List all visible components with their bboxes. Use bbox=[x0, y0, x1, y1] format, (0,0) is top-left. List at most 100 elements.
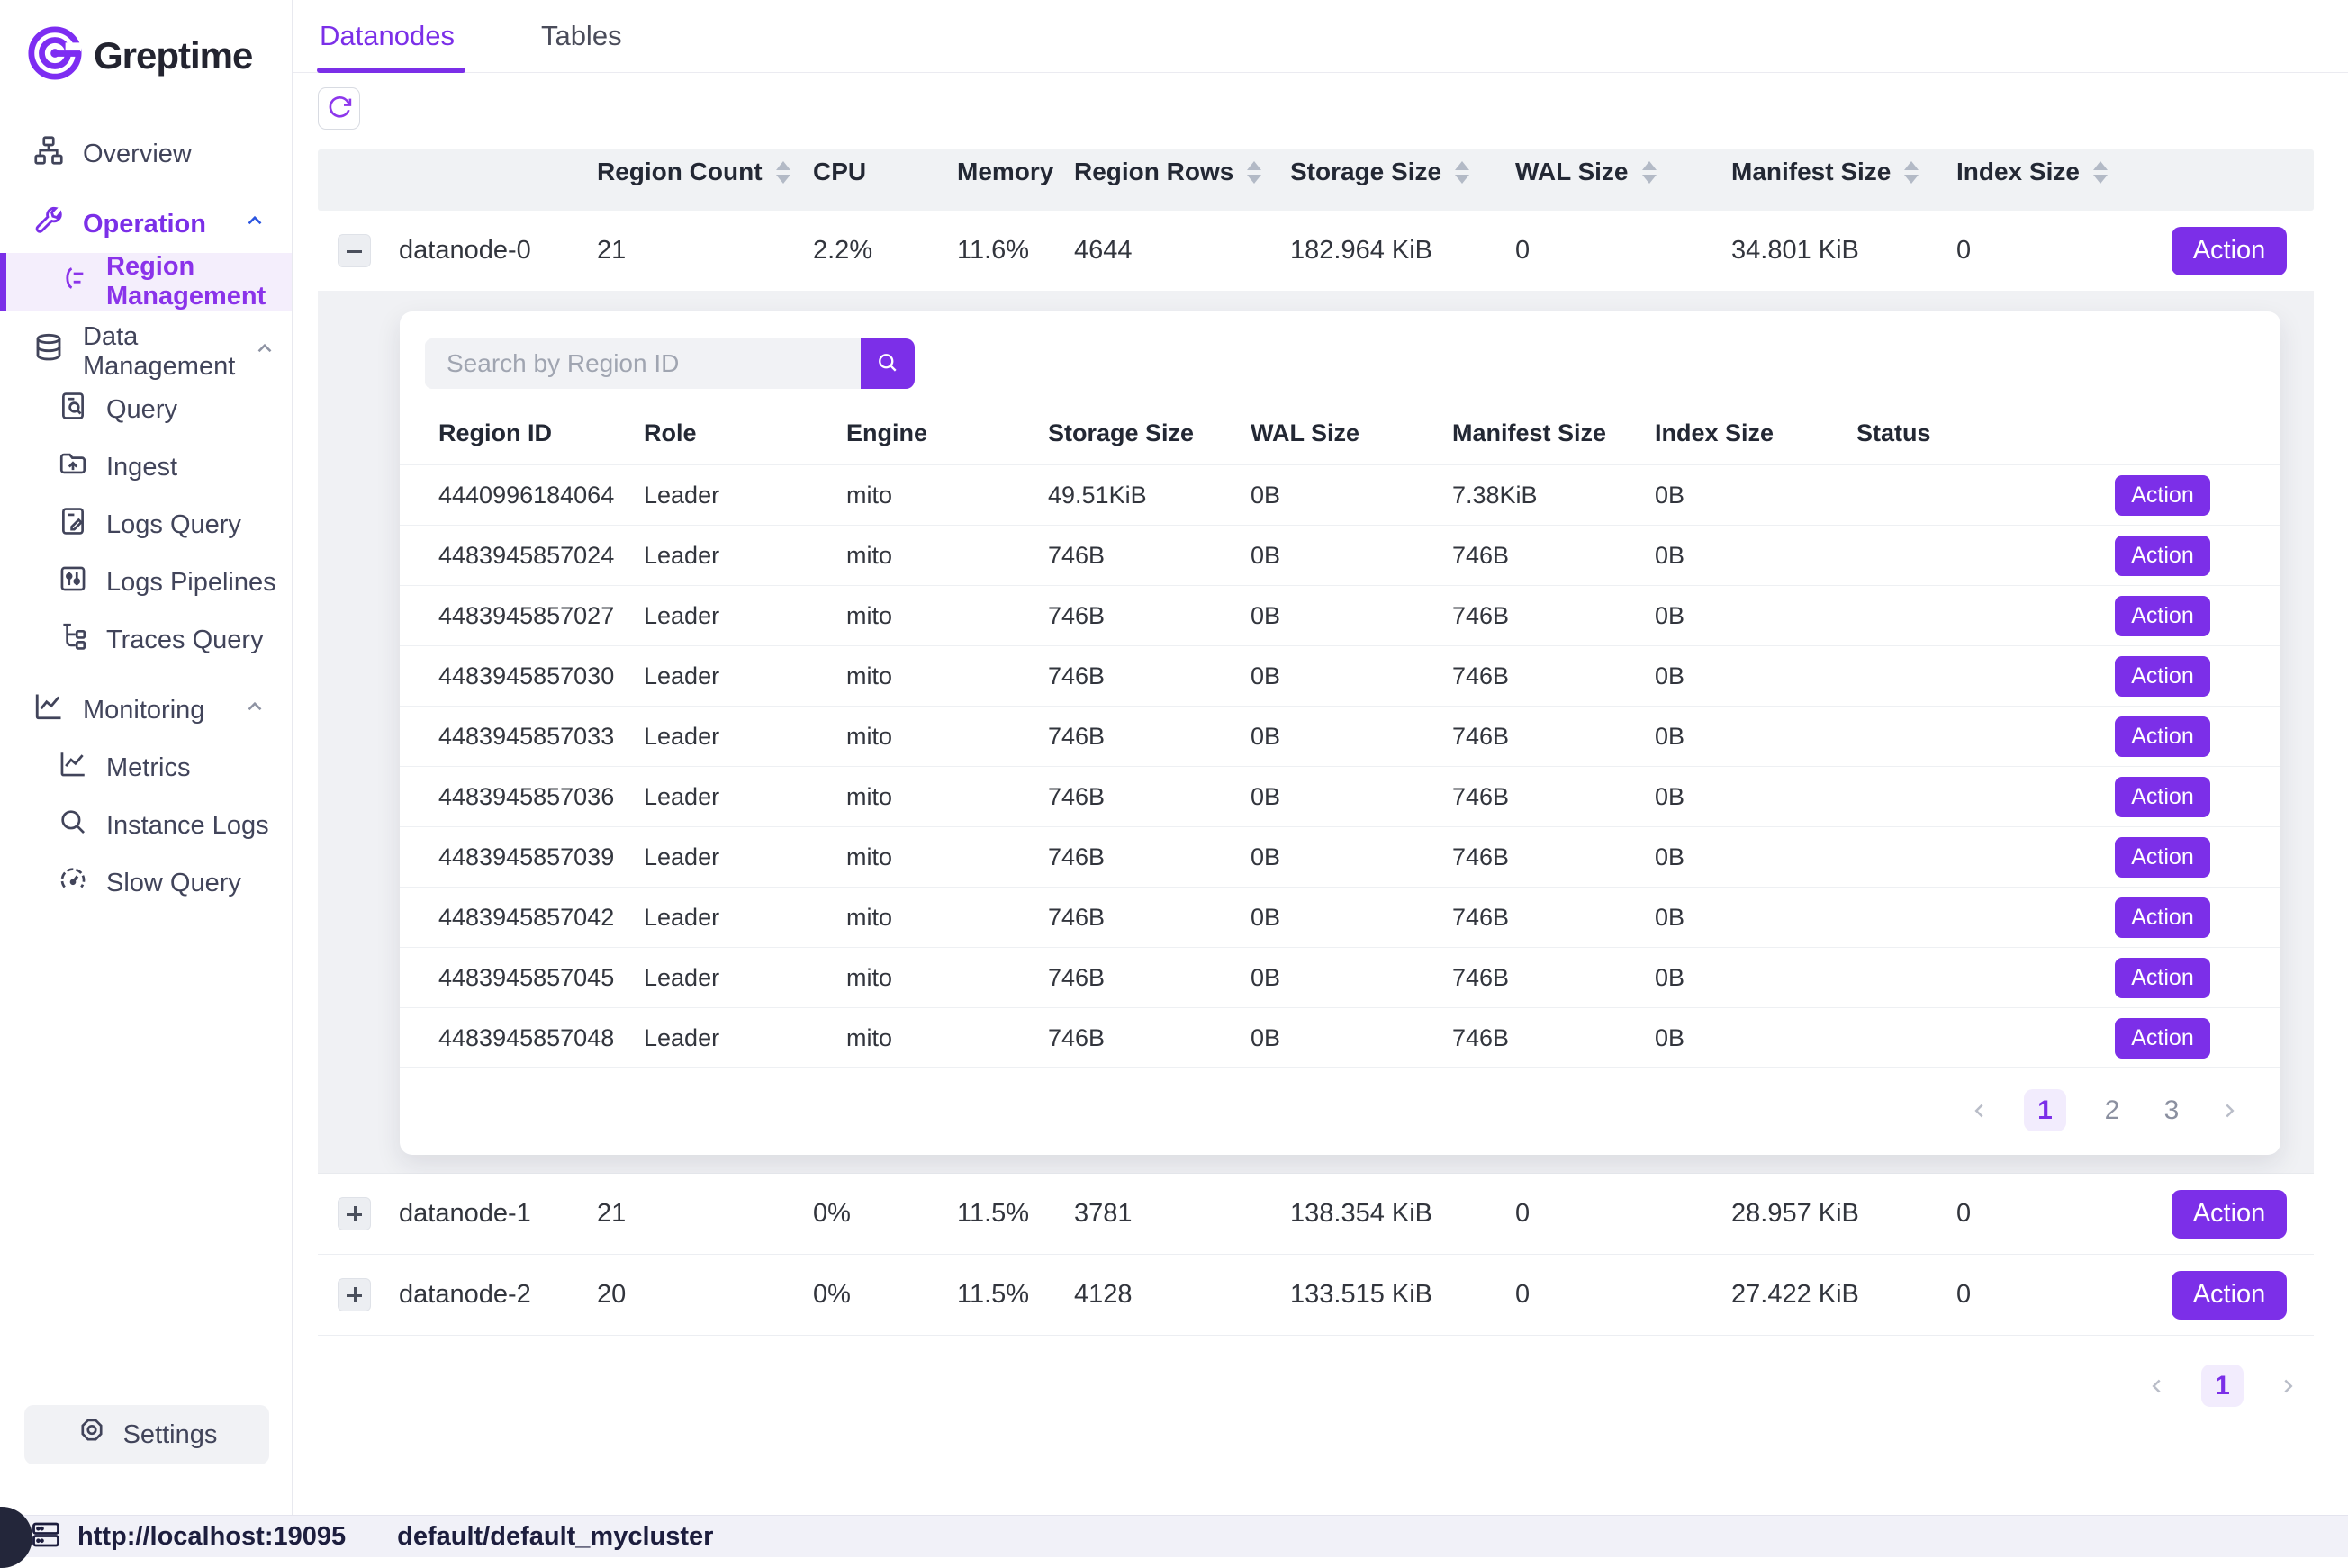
cell-region-id: 4483945857036 bbox=[438, 783, 644, 811]
action-button[interactable]: Action bbox=[2172, 227, 2287, 275]
cell-engine: mito bbox=[846, 1024, 1048, 1052]
expand-row-button[interactable] bbox=[338, 1278, 371, 1311]
cell-storage-size: 746B bbox=[1048, 843, 1251, 871]
chevron-up-icon[interactable] bbox=[243, 695, 266, 725]
column-header-region-rows[interactable]: Region Rows bbox=[1074, 158, 1290, 186]
regions-pagination: 1 2 3 bbox=[400, 1067, 2280, 1148]
column-header-region-count[interactable]: Region Count bbox=[597, 158, 813, 186]
page-button-1[interactable]: 1 bbox=[2201, 1365, 2244, 1407]
cell-wal-size: 0 bbox=[1515, 1280, 1731, 1310]
cell-wal-size: 0B bbox=[1251, 662, 1452, 690]
app-window: Greptime Overview bbox=[0, 0, 2348, 1515]
region-action-button[interactable]: Action bbox=[2115, 958, 2210, 998]
cell-engine: mito bbox=[846, 843, 1048, 871]
tab-datanodes[interactable]: Datanodes bbox=[320, 0, 455, 72]
refresh-button[interactable] bbox=[318, 87, 360, 130]
next-page-icon[interactable] bbox=[2217, 1099, 2241, 1122]
column-header-manifest-size[interactable]: Manifest Size bbox=[1731, 158, 1956, 186]
sort-icon[interactable] bbox=[1642, 161, 1657, 184]
sidebar-item-logs-pipelines[interactable]: Logs Pipelines bbox=[0, 554, 292, 611]
sidebar-item-label: Logs Query bbox=[106, 510, 241, 540]
region-action-button[interactable]: Action bbox=[2115, 475, 2210, 516]
page-button-1[interactable]: 1 bbox=[2024, 1089, 2066, 1131]
region-row: 4483945857036 Leader mito 746B 0B 746B 0… bbox=[400, 766, 2280, 826]
document-search-icon bbox=[58, 391, 88, 428]
sidebar-section-operation[interactable]: Operation bbox=[0, 195, 292, 253]
document-edit-icon bbox=[58, 506, 88, 544]
cell-role: Leader bbox=[644, 723, 846, 751]
cell-cpu: 2.2% bbox=[813, 236, 957, 266]
sidebar-item-ingest[interactable]: Ingest bbox=[0, 438, 292, 496]
cell-manifest-size: 746B bbox=[1452, 723, 1655, 751]
cell-cpu: 0% bbox=[813, 1199, 957, 1229]
region-branch-icon bbox=[58, 263, 88, 301]
region-action-button[interactable]: Action bbox=[2115, 777, 2210, 817]
gear-icon bbox=[77, 1416, 107, 1454]
folder-arrow-icon bbox=[58, 448, 88, 486]
sidebar-item-metrics[interactable]: Metrics bbox=[0, 739, 292, 797]
collapse-row-button[interactable] bbox=[338, 234, 371, 267]
cell-region-id: 4483945857024 bbox=[438, 542, 644, 570]
regions-panel: Region ID Role Engine Storage Size WAL S… bbox=[400, 311, 2280, 1155]
column-header-storage-size[interactable]: Storage Size bbox=[1290, 158, 1515, 186]
sidebar-item-logs-query[interactable]: Logs Query bbox=[0, 496, 292, 554]
region-action-button[interactable]: Action bbox=[2115, 716, 2210, 757]
region-search-input[interactable] bbox=[425, 338, 861, 389]
sidebar-item-label: Logs Pipelines bbox=[106, 568, 276, 598]
sidebar-section-data-management[interactable]: Data Management bbox=[0, 323, 292, 381]
sort-icon[interactable] bbox=[776, 161, 790, 184]
sort-icon[interactable] bbox=[1247, 161, 1261, 184]
cell-region-id: 4483945857048 bbox=[438, 1024, 644, 1052]
previous-page-icon[interactable] bbox=[1968, 1099, 1991, 1122]
sidebar-item-instance-logs[interactable]: Instance Logs bbox=[0, 797, 292, 854]
sort-icon[interactable] bbox=[1455, 161, 1469, 184]
cell-region-id: 4483945857030 bbox=[438, 662, 644, 690]
cell-manifest-size: 746B bbox=[1452, 662, 1655, 690]
settings-button[interactable]: Settings bbox=[24, 1405, 269, 1464]
cell-region-id: 4483945857039 bbox=[438, 843, 644, 871]
tab-tables[interactable]: Tables bbox=[541, 0, 622, 72]
action-button[interactable]: Action bbox=[2172, 1190, 2287, 1239]
sitemap-icon bbox=[32, 134, 65, 174]
sidebar-item-slow-query[interactable]: Slow Query bbox=[0, 854, 292, 912]
cell-engine: mito bbox=[846, 964, 1048, 992]
sidebar-item-overview[interactable]: Overview bbox=[0, 125, 292, 183]
region-action-button[interactable]: Action bbox=[2115, 596, 2210, 636]
column-header-cpu: CPU bbox=[813, 158, 957, 186]
sidebar-section-monitoring[interactable]: Monitoring bbox=[0, 681, 292, 739]
expand-row-button[interactable] bbox=[338, 1197, 371, 1230]
column-header-manifest-size: Manifest Size bbox=[1452, 419, 1655, 447]
region-action-button[interactable]: Action bbox=[2115, 1018, 2210, 1059]
search-button[interactable] bbox=[861, 338, 915, 389]
sidebar-item-query[interactable]: Query bbox=[0, 381, 292, 438]
previous-page-icon[interactable] bbox=[2145, 1374, 2169, 1398]
sort-icon[interactable] bbox=[1904, 161, 1919, 184]
sidebar-section-label: Operation bbox=[83, 210, 206, 239]
sort-icon[interactable] bbox=[2093, 161, 2108, 184]
sidebar-item-region-management[interactable]: Region Management bbox=[0, 253, 292, 311]
endpoint-url[interactable]: http://localhost:19095 bbox=[77, 1522, 346, 1552]
cluster-name[interactable]: default/default_mycluster bbox=[397, 1522, 713, 1552]
cell-index-size: 0B bbox=[1655, 964, 1856, 992]
datanodes-pagination: 1 bbox=[318, 1336, 2314, 1407]
column-header-index-size[interactable]: Index Size bbox=[1956, 158, 2118, 186]
sidebar: Greptime Overview bbox=[0, 0, 293, 1515]
chevron-up-icon[interactable] bbox=[243, 209, 266, 239]
action-button[interactable]: Action bbox=[2172, 1271, 2287, 1320]
sidebar-item-label: Slow Query bbox=[106, 869, 241, 898]
page-button-3[interactable]: 3 bbox=[2158, 1095, 2185, 1126]
cell-manifest-size: 746B bbox=[1452, 964, 1655, 992]
region-action-button[interactable]: Action bbox=[2115, 656, 2210, 697]
chevron-up-icon[interactable] bbox=[253, 337, 276, 367]
next-page-icon[interactable] bbox=[2276, 1374, 2299, 1398]
region-action-button[interactable]: Action bbox=[2115, 536, 2210, 576]
sidebar-item-traces-query[interactable]: Traces Query bbox=[0, 611, 292, 669]
cell-wal-size: 0B bbox=[1251, 542, 1452, 570]
cell-engine: mito bbox=[846, 482, 1048, 509]
region-action-button[interactable]: Action bbox=[2115, 837, 2210, 878]
column-header-wal-size[interactable]: WAL Size bbox=[1515, 158, 1731, 186]
region-action-button[interactable]: Action bbox=[2115, 897, 2210, 938]
column-header-memory: Memory bbox=[957, 158, 1074, 186]
page-button-2[interactable]: 2 bbox=[2099, 1095, 2126, 1126]
region-row: 4483945857045 Leader mito 746B 0B 746B 0… bbox=[400, 947, 2280, 1007]
